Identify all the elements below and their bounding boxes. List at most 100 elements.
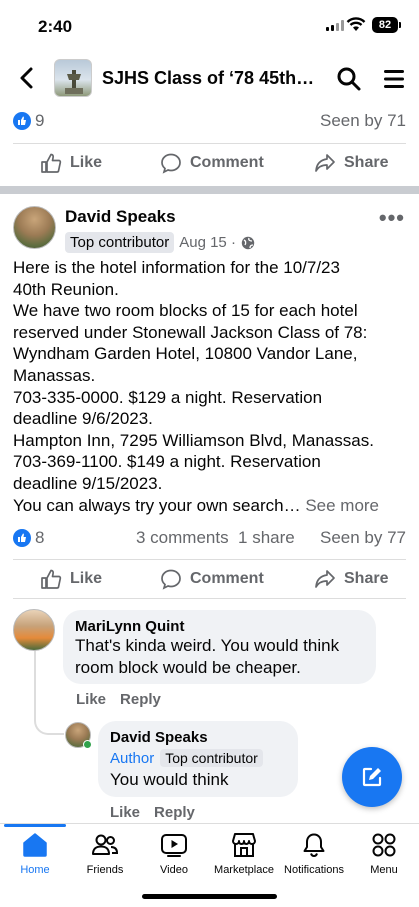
like-reaction-icon [13, 112, 31, 130]
reply-text: You would think [110, 770, 229, 789]
divider [13, 143, 406, 144]
like-label: Like [70, 154, 103, 171]
comment-button[interactable]: Comment [160, 561, 264, 597]
post-author-name[interactable]: David Speaks [65, 207, 176, 227]
comment-like-button[interactable]: Like [76, 691, 106, 708]
search-icon[interactable] [336, 66, 362, 92]
like-button[interactable]: Like [40, 145, 102, 181]
share-button[interactable]: Share [314, 561, 388, 597]
post-line: Hampton Inn, 7295 Williamson Blvd, Manas… [13, 430, 374, 450]
comment-reply-button[interactable]: Reply [120, 691, 161, 708]
top-contributor-badge[interactable]: Top contributor [65, 232, 175, 253]
tab-label: Friends [86, 864, 124, 876]
divider [13, 598, 406, 599]
post-line: Manassas. [13, 365, 96, 385]
group-cover-thumbnail[interactable] [54, 59, 92, 97]
reply-bubble: David Speaks Author Top contributor You … [98, 721, 298, 797]
post-reactions: 8 3 comments 1 share Seen by 77 [0, 527, 419, 551]
share-button[interactable]: Share [314, 145, 388, 181]
shares-count[interactable]: 1 share [238, 528, 295, 547]
seen-by-count[interactable]: Seen by 71 [320, 111, 406, 131]
cellular-signal-icon [326, 20, 344, 31]
comment-text-line: That's kinda weird. You would think [75, 636, 340, 655]
post-line: deadline 9/15/2023. [13, 473, 163, 493]
menu-grid-icon [372, 833, 396, 857]
home-indicator [142, 894, 277, 899]
group-title[interactable]: SJHS Class of ‘78 45th… [102, 68, 322, 89]
tab-home[interactable]: Home [0, 832, 75, 876]
like-button[interactable]: Like [40, 561, 102, 597]
post-actions: Like Comment Share [0, 561, 419, 597]
home-icon [23, 833, 47, 857]
share-arrow-icon [315, 154, 335, 172]
post-separator [0, 186, 419, 194]
hamburger-menu-icon[interactable] [384, 70, 404, 88]
tab-marketplace[interactable]: Marketplace [204, 832, 284, 876]
truncated-text: You can always try your own search… [13, 495, 301, 515]
commenter-name[interactable]: MariLynn Quint [75, 618, 364, 635]
post-meta: Top contributor Aug 15 · [65, 232, 255, 253]
post-line: We have two room blocks of 15 for each h… [13, 301, 358, 321]
comments-count[interactable]: 3 comments [136, 528, 229, 547]
bell-icon [303, 833, 325, 858]
tab-notifications[interactable]: Notifications [274, 832, 354, 876]
share-label: Share [344, 154, 389, 171]
post-line: reserved under Stonewall Jackson Class o… [13, 322, 368, 342]
reply-actions: Like Reply [110, 804, 195, 821]
tab-label: Marketplace [214, 864, 274, 876]
comment-button[interactable]: Comment [160, 145, 264, 181]
edit-pencil-icon [362, 767, 382, 787]
group-header: SJHS Class of ‘78 45th… [0, 54, 419, 104]
back-arrow-icon[interactable] [14, 64, 40, 92]
tab-label: Menu [370, 864, 398, 876]
more-options-icon[interactable]: ••• [379, 205, 405, 231]
compose-button[interactable] [342, 747, 402, 807]
video-icon [161, 834, 187, 857]
tab-video[interactable]: Video [134, 832, 214, 876]
tab-label: Home [20, 864, 50, 876]
commenter-avatar[interactable] [13, 609, 55, 651]
reaction-count[interactable]: 8 [35, 528, 44, 548]
tab-label: Notifications [284, 864, 344, 876]
comment-text-line: room block would be cheaper. [75, 658, 301, 677]
active-tab-indicator [4, 824, 66, 827]
share-label: Share [344, 570, 389, 587]
thumbs-up-icon [41, 153, 62, 173]
tab-friends[interactable]: Friends [65, 832, 145, 876]
status-time: 2:40 [38, 17, 73, 36]
author-tag: Author [110, 749, 155, 767]
battery-icon: 82 [372, 17, 401, 33]
prev-post-reactions: 9 Seen by 71 [0, 110, 419, 134]
seen-by-count[interactable]: Seen by 77 [320, 528, 406, 548]
comment-actions: Like Reply [76, 691, 161, 708]
reply-author-name[interactable]: David Speaks [110, 729, 286, 746]
globe-icon [241, 236, 255, 249]
friends-icon [92, 834, 119, 855]
wifi-icon [346, 17, 366, 31]
reply-like-button[interactable]: Like [110, 804, 140, 821]
post-line: 703-369-1100. $149 a night. Reservation [13, 452, 321, 472]
reaction-count[interactable]: 9 [35, 111, 44, 131]
comment-bubble-icon [161, 153, 181, 174]
post-line: Here is the hotel information for the 10… [13, 258, 340, 277]
reply-reply-button[interactable]: Reply [154, 804, 195, 821]
divider [13, 559, 406, 560]
comments-shares-count: 3 comments 1 share [136, 528, 295, 548]
comment-label: Comment [190, 570, 264, 587]
share-arrow-icon [315, 570, 335, 588]
post-line: 703-335-0000. $129 a night. Reservation [13, 387, 323, 407]
post-line: 40th Reunion. [13, 279, 119, 299]
like-label: Like [70, 570, 103, 587]
see-more-link[interactable]: See more [305, 496, 379, 515]
comment-bubble-icon [161, 569, 181, 590]
like-reaction-icon [13, 529, 31, 547]
comment-label: Comment [190, 154, 264, 171]
reply-thread-line [34, 650, 64, 735]
post-body: Here is the hotel information for the 10… [13, 257, 413, 516]
author-avatar[interactable] [13, 206, 56, 249]
tab-menu[interactable]: Menu [344, 832, 419, 876]
post-date[interactable]: Aug 15 · [179, 234, 236, 251]
top-contributor-badge[interactable]: Top contributor [160, 749, 263, 767]
post-line: deadline 9/6/2023. [13, 409, 153, 429]
online-status-dot [83, 740, 92, 749]
